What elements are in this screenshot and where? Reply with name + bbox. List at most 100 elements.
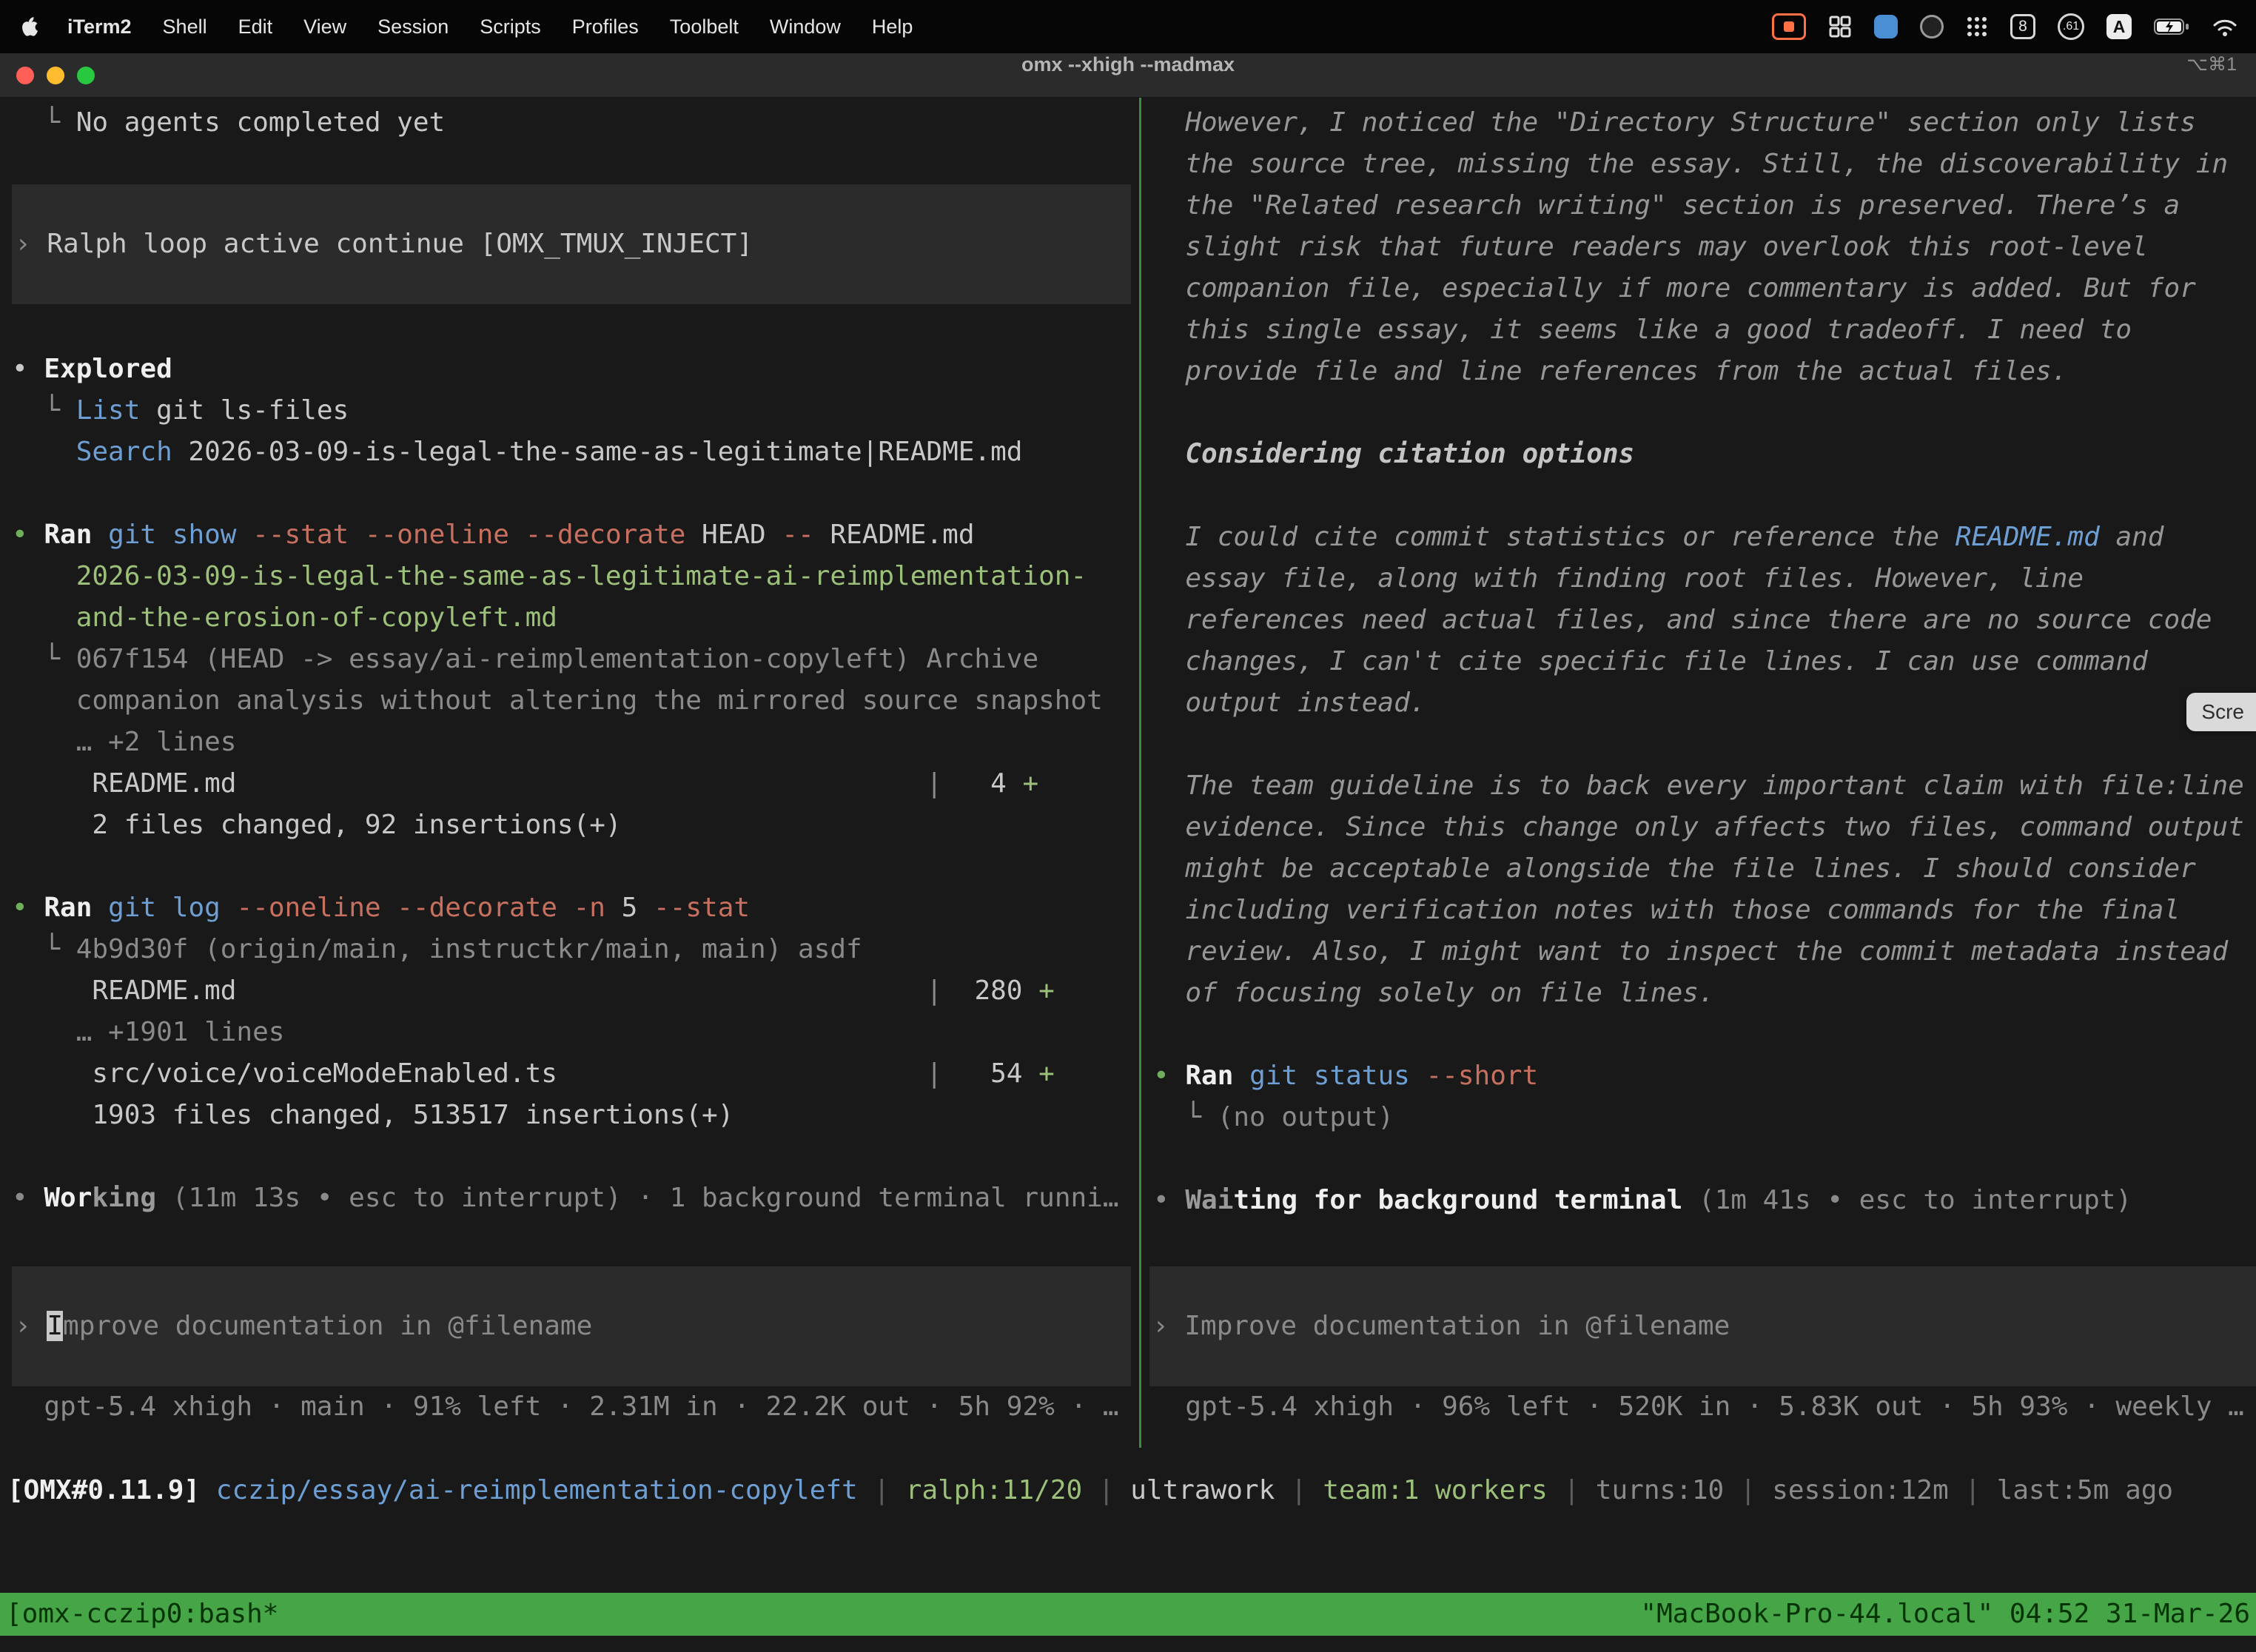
- prompt-input[interactable]: › Improve documentation in @filename: [1149, 1266, 2256, 1386]
- menu-item-scripts[interactable]: Scripts: [464, 16, 557, 38]
- text-segment: --short: [1426, 1061, 1539, 1091]
- text-segment: of focusing solely on file lines.: [1153, 978, 1715, 1008]
- screenshot-toast[interactable]: Scre: [2186, 693, 2256, 731]
- menu-item-edit[interactable]: Edit: [223, 16, 289, 38]
- text-segment: [1233, 1061, 1249, 1091]
- text-segment: [236, 976, 926, 1006]
- terminal-pane-left[interactable]: └ No agents completed yet› Ralph loop ac…: [0, 98, 1139, 1448]
- text-segment: [12, 437, 76, 467]
- number-key-icon[interactable]: 8: [2010, 14, 2035, 39]
- blue-app-icon[interactable]: [1874, 15, 1898, 38]
- terminal-pane-right[interactable]: However, I noticed the "Directory Struct…: [1141, 98, 2256, 1448]
- text-segment: 2026-03-09-is-legal-the-same-as-legitima…: [12, 561, 1087, 591]
- blank-line: [1153, 392, 2256, 434]
- text-segment: 4: [942, 768, 1022, 799]
- dark-circle-app-icon[interactable]: [1920, 15, 1944, 38]
- thinking-text: this single essay, it seems like a good …: [1153, 309, 2256, 351]
- text-segment: evidence. Since this change only affects…: [1153, 812, 2244, 842]
- thinking-text: the "Related research writing" section i…: [1153, 185, 2256, 226]
- text-segment: [236, 520, 252, 550]
- text-segment: List: [76, 395, 141, 426]
- text-segment: the "Related research writing" section i…: [1153, 190, 2180, 221]
- agents-status-line: └ No agents completed yet: [12, 102, 1139, 144]
- thinking-header: Considering citation options: [1153, 434, 2256, 475]
- menu-item-window[interactable]: Window: [754, 16, 856, 38]
- blank-line: [12, 846, 1139, 887]
- text-segment: However, I noticed the "Directory Struct…: [1153, 107, 2196, 138]
- essay-filename-1: 2026-03-09-is-legal-the-same-as-legitima…: [12, 556, 1139, 597]
- thinking-text: The team guideline is to back every impo…: [1153, 765, 2256, 807]
- spacer: [12, 304, 1139, 349]
- text-segment: --stat: [654, 893, 750, 923]
- text-segment: •: [12, 520, 44, 550]
- wifi-icon[interactable]: [2212, 16, 2238, 37]
- text-segment: companion analysis without altering the …: [12, 685, 1103, 716]
- working-status: • Working (11m 13s • esc to interrupt) ·…: [12, 1178, 1139, 1219]
- thinking-text: slight risk that future readers may over…: [1153, 226, 2256, 268]
- text-segment: ralph:11/20: [906, 1475, 1082, 1505]
- input-source-icon[interactable]: A: [2106, 14, 2132, 39]
- text-segment: --: [782, 520, 813, 550]
- commit-line: └ 067f154 (HEAD -> essay/ai-reimplementa…: [12, 639, 1139, 680]
- text-segment: session:12m: [1772, 1475, 1948, 1505]
- text-segment: src/voice/voiceModeEnabled.ts: [12, 1058, 557, 1089]
- text-segment: review. Also, I might want to inspect th…: [1153, 936, 2228, 967]
- menu-item-profiles[interactable]: Profiles: [557, 16, 654, 38]
- text-segment: 2 files changed, 92 insertions(+): [12, 810, 622, 840]
- menu-item-shell[interactable]: Shell: [147, 16, 223, 38]
- text-segment: team:1 workers: [1323, 1475, 1547, 1505]
- diffstat-voice: src/voice/voiceModeEnabled.ts | 54 +: [12, 1053, 1139, 1095]
- text-segment: README.md: [12, 768, 236, 799]
- text-segment: └ (no output): [1153, 1102, 1394, 1132]
- menu-item-view[interactable]: View: [288, 16, 362, 38]
- diffstat-readme-280: README.md | 280 +: [12, 970, 1139, 1012]
- commit-line-wrap: companion analysis without altering the …: [12, 680, 1139, 722]
- blank-line: [12, 1136, 1139, 1178]
- prompt-input[interactable]: › Improve documentation in @filename: [12, 1266, 1131, 1386]
- thinking-text: I could cite commit statistics or refere…: [1153, 517, 2256, 558]
- text-segment: the source tree, missing the essay. Stil…: [1153, 149, 2228, 179]
- text-segment: HEAD: [685, 520, 782, 550]
- battery-charging-icon[interactable]: [2154, 17, 2189, 36]
- text-segment: Ralph loop active continue [OMX_TMUX_INJ…: [47, 229, 753, 259]
- explored-search: Search 2026-03-09-is-legal-the-same-as-l…: [12, 432, 1139, 473]
- text-segment: 1903 files changed, 513517 insertions(+): [12, 1100, 733, 1130]
- text-cursor: I: [47, 1311, 63, 1341]
- text-segment: git status: [1249, 1061, 1410, 1091]
- ran-git-status: • Ran git status --short: [1153, 1055, 2256, 1097]
- text-segment: Considering citation options: [1153, 439, 1634, 469]
- text-segment: |: [926, 1058, 942, 1089]
- spacer: [12, 144, 1139, 184]
- window-grid-icon[interactable]: [1828, 15, 1852, 38]
- thinking-text: review. Also, I might want to inspect th…: [1153, 931, 2256, 973]
- text-segment: including verification notes with those …: [1153, 895, 2180, 925]
- screen: iTerm2ShellEditViewSessionScriptsProfile…: [0, 0, 2256, 1652]
- model-status-line: gpt-5.4 xhigh · main · 91% left · 2.31M …: [12, 1386, 1139, 1428]
- tmux-host-clock: "MacBook-Pro-44.local" 04:52 31-Mar-26: [1640, 1593, 2250, 1636]
- text-segment: [236, 768, 926, 799]
- thinking-text: including verification notes with those …: [1153, 890, 2256, 931]
- ran-git-show: • Ran git show --stat --oneline --decora…: [12, 514, 1139, 556]
- text-segment: └ 067f154 (HEAD -> essay/ai-reimplementa…: [12, 644, 1038, 674]
- menu-item-toolbelt[interactable]: Toolbelt: [654, 16, 754, 38]
- menu-item-iterm2[interactable]: iTerm2: [52, 16, 147, 38]
- text-segment: └ 4b9d30f (origin/main, instructkr/main,…: [12, 934, 862, 964]
- text-segment: +: [1038, 976, 1055, 1006]
- text-segment: I could cite commit statistics or refere…: [1153, 522, 1955, 552]
- blank-line: [1153, 1014, 2256, 1055]
- text-segment: ting for background terminal: [1233, 1185, 1682, 1215]
- more-lines-note: … +2 lines: [12, 722, 1139, 763]
- text-segment: 5: [605, 893, 654, 923]
- screen-recording-indicator-icon[interactable]: [1772, 13, 1806, 40]
- text-segment: output instead.: [1153, 688, 1426, 718]
- text-segment: README.md: [814, 520, 975, 550]
- text-segment: this single essay, it seems like a good …: [1153, 315, 2132, 345]
- waiting-status: • Waiting for background terminal (1m 41…: [1153, 1180, 2256, 1221]
- apple-menu[interactable]: [15, 16, 52, 38]
- diffstat-summary-1: 2 files changed, 92 insertions(+): [12, 805, 1139, 846]
- battery-percent-icon[interactable]: .61: [2058, 13, 2084, 40]
- text-segment: provide file and line references from th…: [1153, 356, 2067, 386]
- menu-item-session[interactable]: Session: [362, 16, 464, 38]
- menu-item-help[interactable]: Help: [856, 16, 929, 38]
- apps-grid-icon[interactable]: [1966, 16, 1988, 38]
